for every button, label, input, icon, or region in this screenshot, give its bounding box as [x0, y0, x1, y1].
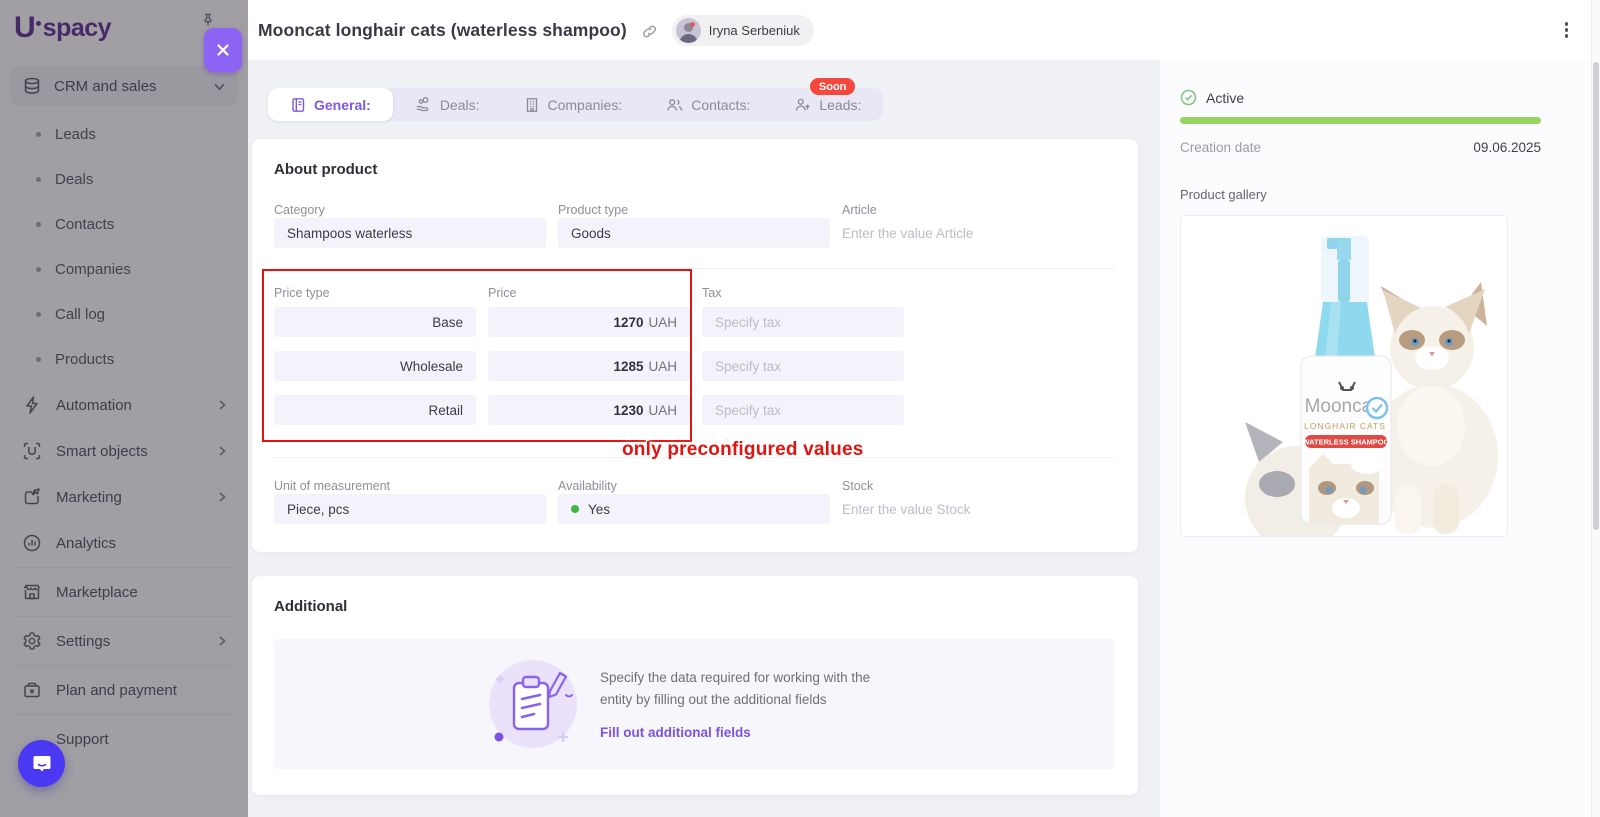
soon-badge: Soon: [810, 78, 856, 95]
sidebar: U spacy CRM and sales Leads: [0, 0, 248, 817]
price-label: Price: [488, 285, 690, 301]
product-type-label: Product type: [558, 202, 830, 218]
divider: [274, 457, 1114, 458]
tab-label: Contacts:: [691, 97, 750, 113]
svg-text:LONGHAIR CATS: LONGHAIR CATS: [1304, 421, 1386, 431]
tab-label: Leads:: [819, 97, 861, 113]
creation-date-value: 09.06.2025: [1473, 140, 1541, 155]
notebook-icon: [290, 97, 306, 113]
status-row: Active: [1180, 89, 1541, 106]
unit-label: Unit of measurement: [274, 478, 546, 494]
price-field[interactable]: 1230 UAH: [488, 395, 690, 425]
building-icon: [524, 97, 540, 113]
svg-text:WATERLESS SHAMPOO: WATERLESS SHAMPOO: [1303, 438, 1390, 447]
scrollbar-thumb[interactable]: [1593, 62, 1599, 530]
product-gallery-label: Product gallery: [1180, 187, 1541, 202]
category-field[interactable]: Shampoos waterless: [274, 218, 546, 248]
close-sidebar-button[interactable]: [204, 28, 242, 72]
price-currency: UAH: [648, 403, 677, 418]
stock-field[interactable]: Enter the value Stock: [842, 494, 1114, 524]
additional-card: Additional: [252, 576, 1138, 795]
price-field[interactable]: 1270 UAH: [488, 307, 690, 337]
price-type-field[interactable]: Wholesale: [274, 351, 476, 381]
product-gallery-image[interactable]: Mooncat LONGHAIR CATS WATERLESS SHAMPOO: [1180, 215, 1508, 537]
price-field[interactable]: 1285 UAH: [488, 351, 690, 381]
scrollbar-track[interactable]: [1591, 0, 1600, 817]
main-content: General: Deals: Companies: Contacts:: [248, 60, 1160, 817]
tab-contacts[interactable]: Contacts:: [644, 88, 772, 121]
person-arrow-icon: [794, 97, 811, 113]
check-circle-icon: [1180, 89, 1197, 106]
additional-description: Specify the data required for working wi…: [600, 667, 870, 711]
tab-general[interactable]: General:: [268, 88, 393, 121]
availability-dot: [571, 505, 579, 513]
price-value: 1230: [613, 403, 643, 418]
product-page: U spacy CRM and sales Leads: [0, 0, 1600, 817]
price-currency: UAH: [648, 359, 677, 374]
price-type-field[interactable]: Base: [274, 307, 476, 337]
page-header: Mooncat longhair cats (waterless shampoo…: [248, 0, 1600, 60]
more-actions-button[interactable]: [1559, 16, 1575, 44]
category-label: Category: [274, 202, 546, 218]
tab-deals[interactable]: Deals:: [393, 88, 502, 121]
tax-label: Tax: [702, 285, 904, 301]
hand-coin-icon: [415, 96, 432, 113]
product-type-field[interactable]: Goods: [558, 218, 830, 248]
copy-link-icon[interactable]: [641, 23, 658, 40]
tab-label: General:: [314, 97, 371, 113]
divider: [274, 268, 1114, 269]
sidebar-overlay: [0, 0, 248, 817]
availability-label: Availability: [558, 478, 830, 494]
people-icon: [666, 97, 683, 113]
article-label: Article: [842, 202, 1114, 218]
section-title: About product: [274, 161, 1114, 178]
avatar: [676, 18, 701, 43]
support-chat-button[interactable]: [18, 740, 65, 787]
price-currency: UAH: [648, 315, 677, 330]
chat-bubble-icon: [30, 752, 54, 776]
price-row: Base 1270 UAH Specify tax: [274, 307, 1114, 337]
section-title: Additional: [274, 598, 1114, 615]
price-row: Retail 1230 UAH Specify tax: [274, 395, 1114, 425]
availability-field[interactable]: Yes: [558, 494, 830, 524]
creation-date-row: Creation date 09.06.2025: [1180, 140, 1541, 155]
creation-date-label: Creation date: [1180, 140, 1261, 155]
price-type-field[interactable]: Retail: [274, 395, 476, 425]
tax-field[interactable]: Specify tax: [702, 351, 904, 381]
tab-label: Deals:: [440, 97, 480, 113]
price-type-label: Price type: [274, 285, 476, 301]
article-field[interactable]: Enter the value Article: [842, 218, 1114, 248]
status-badge: Active: [1206, 90, 1244, 106]
tax-field[interactable]: Specify tax: [702, 307, 904, 337]
clipboard-illustration: [486, 657, 580, 751]
tax-field[interactable]: Specify tax: [702, 395, 904, 425]
page-title: Mooncat longhair cats (waterless shampoo…: [258, 20, 627, 41]
status-progress-bar: [1180, 117, 1541, 124]
tab-companies[interactable]: Companies:: [502, 88, 645, 121]
price-value: 1270: [613, 315, 643, 330]
details-panel: Active Creation date 09.06.2025 Product …: [1160, 60, 1600, 817]
price-row: Wholesale 1285 UAH Specify tax: [274, 351, 1114, 381]
owner-name: Iryna Serbeniuk: [709, 23, 800, 38]
availability-value: Yes: [588, 502, 610, 517]
additional-empty-state: Specify the data required for working wi…: [274, 639, 1114, 769]
unit-field[interactable]: Piece, pcs: [274, 494, 546, 524]
about-product-card: About product Category Shampoos waterles…: [252, 139, 1138, 552]
owner-chip[interactable]: Iryna Serbeniuk: [672, 15, 814, 46]
fill-additional-fields-link[interactable]: Fill out additional fields: [600, 725, 751, 740]
tab-label: Companies:: [548, 97, 623, 113]
tab-bar: General: Deals: Companies: Contacts:: [268, 88, 883, 121]
stock-label: Stock: [842, 478, 1114, 494]
close-icon: [215, 42, 231, 58]
price-value: 1285: [613, 359, 643, 374]
